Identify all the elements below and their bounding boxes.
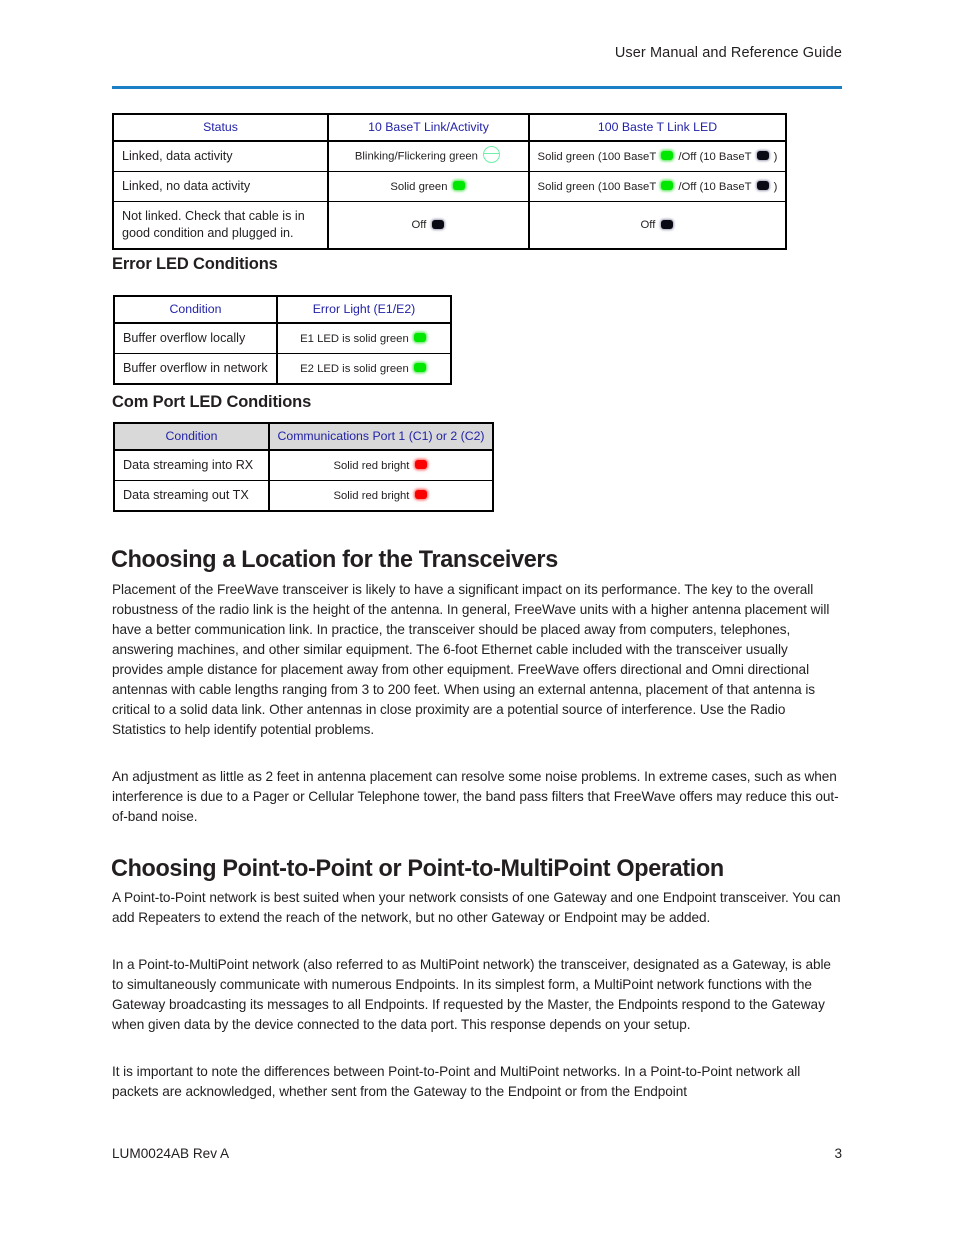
cell-100baset-text-c: )	[773, 150, 778, 163]
paragraph-ptp-2: In a Point-to-MultiPoint network (also r…	[112, 956, 831, 1032]
column-header-condition: Condition	[113, 422, 270, 451]
green-led-icon	[661, 151, 674, 161]
table-row: Buffer overflow locally E1 LED is solid …	[113, 322, 452, 354]
table-row: Buffer overflow in network E2 LED is sol…	[113, 353, 452, 385]
table-header-row: Condition Error Light (E1/E2)	[113, 295, 452, 324]
black-led-icon	[756, 181, 769, 191]
table-row: Data streaming into RX Solid red bright	[113, 449, 494, 481]
cell-10baset-text: Blinking/Flickering green	[354, 150, 478, 163]
cell-100baset-text-a: Solid green (100 BaseT	[537, 180, 657, 193]
green-led-icon	[452, 181, 465, 191]
paragraph-location-1: Placement of the FreeWave transceiver is…	[112, 581, 830, 738]
heading-choosing-a-location: Choosing a Location for the Transceivers	[111, 546, 558, 574]
heading-choosing-point-to-point: Choosing Point-to-Point or Point-to-Mult…	[111, 855, 724, 883]
cell-100baset-text-b: /Off (10 BaseT	[678, 180, 752, 193]
table-row: Linked, data activity Blinking/Flickerin…	[112, 140, 787, 172]
column-header-comm-port: Communications Port 1 (C1) or 2 (C2)	[268, 422, 494, 451]
cell-100baset: Solid green (100 BaseT /Off (10 BaseT )	[528, 171, 787, 202]
cell-100baset-text-b: /Off (10 BaseT	[678, 150, 752, 163]
paragraph-ptp-1: A Point-to-Point network is best suited …	[112, 889, 841, 925]
footer-document-id: LUM0024AB Rev A	[112, 1146, 230, 1161]
cell-error-light-text: E2 LED is solid green	[300, 362, 409, 375]
paragraph-location-2: An adjustment as little as 2 feet in ant…	[112, 768, 839, 824]
red-led-icon	[414, 460, 427, 470]
cell-comm-port-text: Solid red bright	[333, 459, 410, 472]
cell-100baset: Solid green (100 BaseT /Off (10 BaseT )	[528, 140, 787, 172]
document-page: User Manual and Reference Guide Status 1…	[0, 0, 954, 1235]
table-row: Not linked. Check that cable is in good …	[112, 201, 787, 250]
blinking-green-led-icon	[483, 146, 501, 163]
table-header-row: Status 10 BaseT Link/Activity 100 Baste …	[112, 113, 787, 142]
cell-condition: Buffer overflow locally	[113, 322, 278, 354]
cell-10baset: Off	[327, 201, 530, 250]
cell-error-light: E1 LED is solid green	[276, 322, 452, 354]
column-header-error-light: Error Light (E1/E2)	[276, 295, 452, 324]
green-led-icon	[413, 333, 426, 343]
column-header-condition: Condition	[113, 295, 278, 324]
page-footer: LUM0024AB Rev A 3	[112, 1146, 842, 1161]
cell-10baset: Blinking/Flickering green	[327, 140, 530, 172]
column-header-status: Status	[112, 113, 329, 142]
cell-error-light-text: E1 LED is solid green	[300, 332, 409, 345]
cell-condition: Data streaming out TX	[113, 480, 270, 512]
cell-condition: Data streaming into RX	[113, 449, 270, 481]
cell-comm-port-light: Solid red bright	[268, 480, 494, 512]
green-led-icon	[661, 181, 674, 191]
com-port-led-table: Condition Communications Port 1 (C1) or …	[113, 422, 494, 512]
cell-100baset: Off	[528, 201, 787, 250]
red-led-icon	[414, 490, 427, 500]
black-led-icon	[660, 219, 673, 229]
green-led-icon	[413, 363, 426, 373]
cell-100baset-text-a: Off	[640, 219, 656, 231]
heading-error-led-conditions: Error LED Conditions	[112, 255, 278, 273]
black-led-icon	[756, 151, 769, 161]
cell-10baset: Solid green	[327, 171, 530, 202]
column-header-100baset: 100 Baste T Link LED	[528, 113, 787, 142]
column-header-10baset: 10 BaseT Link/Activity	[327, 113, 530, 142]
header-rule-divider	[112, 86, 842, 89]
heading-com-port-led-conditions: Com Port LED Conditions	[112, 393, 312, 411]
cell-comm-port-light: Solid red bright	[268, 449, 494, 481]
footer-page-number: 3	[834, 1146, 842, 1161]
table-row: Data streaming out TX Solid red bright	[113, 480, 494, 512]
page-header: User Manual and Reference Guide	[112, 44, 842, 62]
cell-error-light: E2 LED is solid green	[276, 353, 452, 385]
table-header-row: Condition Communications Port 1 (C1) or …	[113, 422, 494, 451]
cell-comm-port-text: Solid red bright	[333, 489, 410, 502]
cell-status: Linked, no data activity	[112, 171, 329, 202]
ethernet-led-table: Status 10 BaseT Link/Activity 100 Baste …	[112, 113, 787, 250]
cell-100baset-text-a: Solid green (100 BaseT	[537, 150, 657, 163]
cell-status: Not linked. Check that cable is in good …	[112, 201, 329, 250]
cell-10baset-text: Solid green	[390, 180, 448, 193]
cell-100baset-text-c: )	[773, 180, 778, 193]
paragraph-ptp-3: It is important to note the differences …	[112, 1063, 801, 1099]
cell-10baset-text: Off	[411, 219, 427, 231]
cell-condition: Buffer overflow in network	[113, 353, 278, 385]
cell-status: Linked, data activity	[112, 140, 329, 172]
page-header-title: User Manual and Reference Guide	[614, 45, 842, 61]
table-row: Linked, no data activity Solid green Sol…	[112, 171, 787, 202]
error-led-table: Condition Error Light (E1/E2) Buffer ove…	[113, 295, 452, 385]
black-led-icon	[431, 219, 444, 229]
